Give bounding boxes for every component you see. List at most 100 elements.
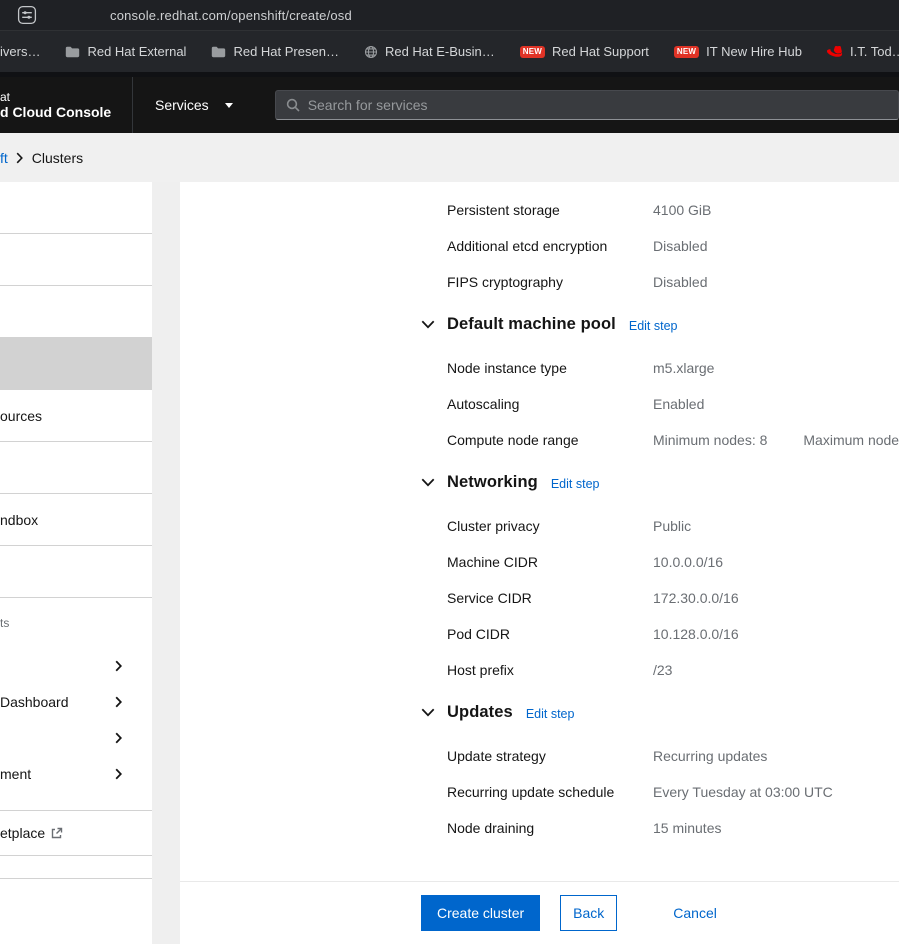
redhat-icon: [827, 46, 843, 58]
review-row: Machine CIDR10.0.0.0/16: [421, 544, 899, 580]
edit-step-link[interactable]: Edit step: [551, 477, 600, 491]
sidebar-item[interactable]: ndbox: [0, 494, 152, 546]
review-row-value: 172.30.0.0/16: [653, 590, 899, 606]
review-row-value: Minimum nodes: 8Maximum nodes:: [653, 432, 899, 448]
chevron-right-icon: [115, 660, 122, 672]
review-section-header: NetworkingEdit step: [421, 464, 899, 500]
review-section-header: Default machine pool Edit step: [421, 306, 899, 342]
chevron-right-icon: [115, 696, 122, 708]
review-row: Pod CIDR10.128.0.0/16: [421, 616, 899, 652]
sidebar-item-label: ndbox: [0, 512, 38, 528]
sidebar-item[interactable]: [0, 546, 152, 598]
folder-icon: [211, 46, 226, 58]
review-row-value-item: 10.0.0.0/16: [653, 554, 723, 570]
review-row: Host prefix/23: [421, 652, 899, 688]
sidebar-section-label: ts: [0, 598, 152, 648]
services-search-box[interactable]: [275, 90, 899, 120]
bookmark-item[interactable]: Red Hat Presen…: [211, 44, 339, 59]
review-row-value-item: Disabled: [653, 274, 707, 290]
review-row-value-item: /23: [653, 662, 672, 678]
review-row-label: Autoscaling: [447, 396, 653, 412]
chevron-right-icon: [115, 732, 122, 744]
app-logo[interactable]: at d Cloud Console: [0, 77, 133, 133]
review-row-value-item: 4100 GiB: [653, 202, 711, 218]
sidebar-item-label: etplace: [0, 825, 45, 841]
chevron-down-icon[interactable]: [421, 708, 435, 717]
edit-step-link[interactable]: Edit step: [526, 707, 575, 721]
review-row-label: Additional etcd encryption: [447, 238, 653, 254]
breadcrumb-parent-link[interactable]: ft: [0, 150, 8, 166]
bookmark-label: Red Hat Support: [552, 44, 649, 59]
review-row-value: m5.xlarge: [653, 360, 899, 376]
bookmark-label: IT New Hire Hub: [706, 44, 802, 59]
sidebar-item[interactable]: ources: [0, 390, 152, 442]
sidebar-expandable-item[interactable]: Dashboard: [0, 684, 152, 720]
review-row-value: 15 minutes: [653, 820, 899, 836]
review-row: Node instance typem5.xlarge: [421, 350, 899, 386]
bookmarks-bar: ivers… Red Hat External Red Hat Presen… Red…: [0, 30, 899, 72]
cancel-button[interactable]: Cancel: [665, 895, 725, 931]
review-content: Persistent storage4100 GiB Additional etc…: [421, 182, 899, 846]
sidebar-item[interactable]: [0, 234, 152, 286]
review-row-label: Node instance type: [447, 360, 653, 376]
browser-url-bar: console.redhat.com/openshift/create/osd: [0, 0, 899, 30]
sidebar-item[interactable]: [0, 182, 152, 234]
bookmark-item[interactable]: NEWRed Hat Support: [520, 44, 649, 59]
review-row: AutoscalingEnabled: [421, 386, 899, 422]
sidebar-item[interactable]: [0, 338, 152, 390]
sidebar-external-link-item[interactable]: etplace: [0, 810, 152, 856]
edit-step-link[interactable]: Edit step: [629, 319, 678, 333]
review-row: Node draining15 minutes: [421, 810, 899, 846]
review-row-label: Persistent storage: [447, 202, 653, 218]
review-section-header: Updates Edit step: [421, 694, 899, 730]
review-row-value: 10.0.0.0/16: [653, 554, 899, 570]
search-icon: [286, 98, 300, 112]
sidebar-divider: [0, 878, 152, 879]
services-label: Services: [155, 97, 209, 113]
bookmark-item[interactable]: NEW IT New Hire Hub: [674, 44, 802, 59]
masthead: at d Cloud Console Services: [0, 77, 899, 133]
review-row-value: Recurring updates: [653, 748, 899, 764]
url-text[interactable]: console.redhat.com/openshift/create/osd: [110, 8, 352, 23]
review-row-value: Disabled: [653, 238, 899, 254]
create-cluster-button[interactable]: Create cluster: [421, 895, 540, 931]
wizard-panel: Persistent storage4100 GiB Additional etc…: [180, 182, 899, 944]
chevron-down-icon[interactable]: [421, 478, 435, 487]
section-title: Default machine pool: [447, 315, 616, 334]
sidebar-expandable-item[interactable]: [0, 648, 152, 684]
sidebar-expandable-item[interactable]: ment: [0, 756, 152, 792]
review-row-value-item: m5.xlarge: [653, 360, 714, 376]
bookmark-label: Red Hat External: [87, 44, 186, 59]
review-row-value: 4100 GiB: [653, 202, 899, 218]
sidebar-item[interactable]: [0, 442, 152, 494]
sidebar-item-label: Dashboard: [0, 694, 69, 710]
bookmark-item[interactable]: ivers…: [0, 44, 40, 59]
section-title: Updates: [447, 703, 513, 722]
review-row-value-item: 10.128.0.0/16: [653, 626, 739, 642]
new-badge: NEW: [674, 46, 699, 58]
sidebar-expandable-item[interactable]: [0, 720, 152, 756]
review-row-value-item: Enabled: [653, 396, 704, 412]
review-row-value-item: Recurring updates: [653, 748, 767, 764]
review-row-label: Machine CIDR: [447, 554, 653, 570]
breadcrumb-current: Clusters: [32, 150, 83, 166]
bookmark-item[interactable]: Red Hat E-Busin…: [364, 44, 495, 59]
breadcrumb: ft Clusters: [0, 133, 899, 182]
review-row: Recurring update scheduleEvery Tuesday a…: [421, 774, 899, 810]
search-input[interactable]: [308, 97, 888, 113]
sidebar-item[interactable]: [0, 286, 152, 338]
logo-line1: at: [0, 90, 132, 104]
review-row: Compute node rangeMinimum nodes: 8Maximu…: [421, 422, 899, 458]
review-row-value-item: 172.30.0.0/16: [653, 590, 739, 606]
bookmark-item[interactable]: I.T. Tod…: [827, 44, 899, 59]
services-menu-button[interactable]: Services: [155, 97, 233, 113]
bookmark-item[interactable]: Red Hat External: [65, 44, 186, 59]
chevron-down-icon[interactable]: [421, 320, 435, 329]
review-row: Additional etcd encryptionDisabled: [421, 228, 899, 264]
url-bar-settings-icon[interactable]: [17, 5, 37, 25]
review-row-value: Every Tuesday at 03:00 UTC: [653, 784, 899, 800]
back-button[interactable]: Back: [560, 895, 617, 931]
review-row-label: Pod CIDR: [447, 626, 653, 642]
sidebar-item-label: ources: [0, 408, 42, 424]
review-row-value: Public: [653, 518, 899, 534]
